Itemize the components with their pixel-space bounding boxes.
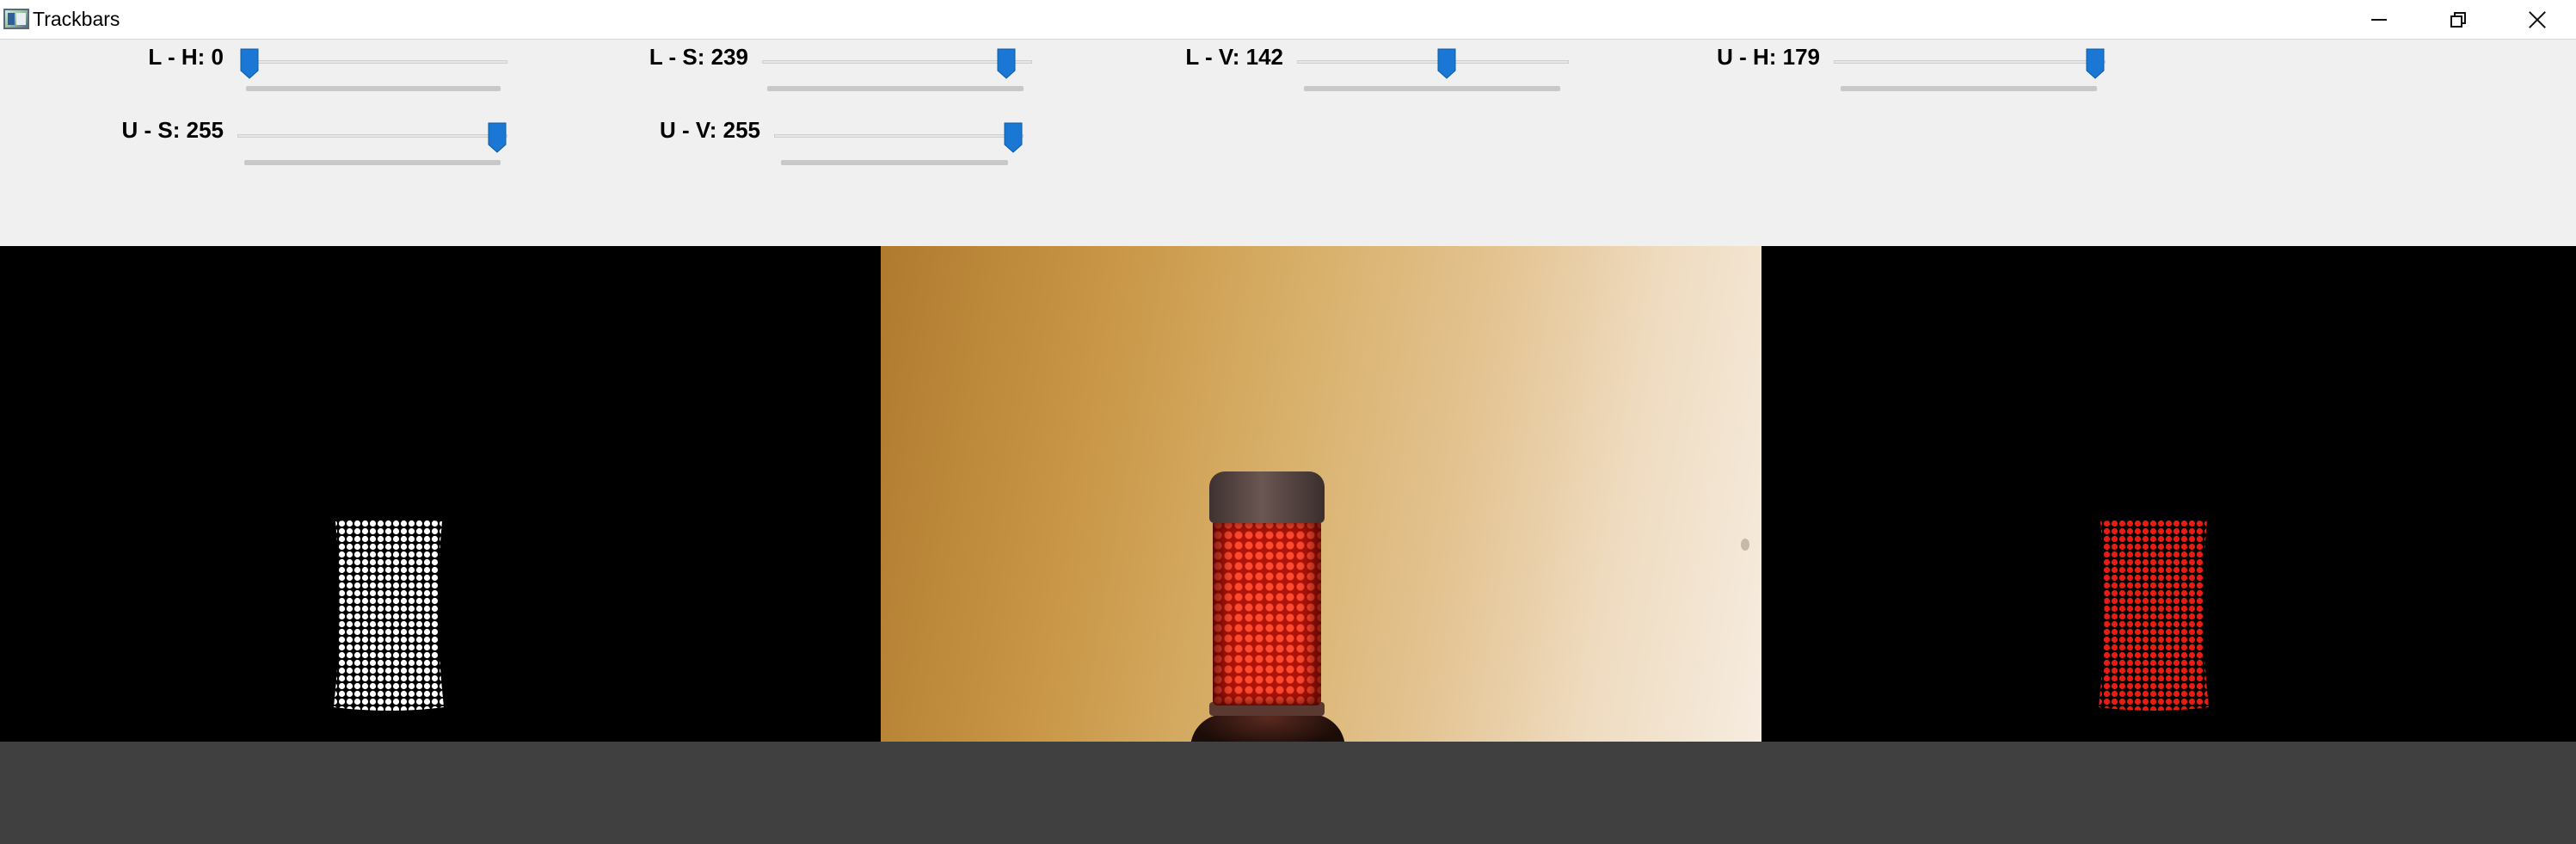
- app-window-icon: [3, 9, 29, 29]
- trackbar-track-lv[interactable]: [1297, 60, 1569, 64]
- trackbar-track-us[interactable]: [237, 134, 507, 138]
- trackbar-track-lh[interactable]: [241, 60, 507, 64]
- trackbar-scale-uh: [1841, 86, 2097, 91]
- trackbar-label-lh: L - H: 0: [148, 44, 224, 70]
- restore-button[interactable]: [2419, 0, 2498, 40]
- trackbar-label-lv: L - V: 142: [1185, 44, 1283, 70]
- camera-frame-view: [881, 246, 1761, 742]
- restore-icon: [2450, 12, 2466, 28]
- mask-view: [0, 246, 881, 742]
- trackbar-track-ls[interactable]: [762, 60, 1032, 64]
- trackbar-scale-lh: [246, 86, 501, 91]
- title-bar[interactable]: Trackbars: [0, 0, 2576, 40]
- trackbar-thumb-uv[interactable]: [1004, 122, 1023, 153]
- close-icon: [2528, 10, 2547, 29]
- trackbar-thumb-ls[interactable]: [997, 48, 1016, 79]
- trackbar-label-uv: U - V: 255: [659, 117, 760, 143]
- trackbar-panel: L - H: 0 L - S: 239 L - V: 142 U - H: 17…: [0, 40, 2576, 246]
- trackbar-scale-us: [244, 160, 501, 165]
- minimize-button[interactable]: [2339, 0, 2419, 40]
- trackbar-scale-uv: [781, 160, 1008, 165]
- microphone-cap: [1209, 471, 1325, 523]
- window-title: Trackbars: [33, 8, 120, 30]
- result-view: [1761, 246, 2576, 742]
- bottom-background: [0, 742, 2576, 844]
- trackbar-thumb-us[interactable]: [488, 122, 507, 153]
- trackbar-thumb-uh[interactable]: [2086, 48, 2105, 79]
- trackbar-label-us: U - S: 255: [121, 117, 224, 143]
- trackbar-scale-lv: [1304, 86, 1560, 91]
- result-cylinder-image: [2099, 520, 2209, 711]
- image-views: [0, 246, 2576, 742]
- trackbar-thumb-lh[interactable]: [240, 48, 259, 79]
- trackbar-track-uv[interactable]: [774, 134, 1024, 138]
- microphone-glowing-grille: [1213, 520, 1321, 705]
- mask-cylinder-image: [334, 520, 444, 711]
- minimize-icon: [2371, 19, 2387, 21]
- wall-mark: [1741, 539, 1749, 551]
- trackbar-scale-ls: [767, 86, 1024, 91]
- trackbar-label-uh: U - H: 179: [1717, 44, 1820, 70]
- trackbar-track-uh[interactable]: [1834, 60, 2106, 64]
- close-button[interactable]: [2498, 0, 2576, 40]
- microphone-base: [1190, 714, 1345, 742]
- trackbar-label-ls: L - S: 239: [649, 44, 748, 70]
- trackbar-thumb-lv[interactable]: [1437, 48, 1456, 79]
